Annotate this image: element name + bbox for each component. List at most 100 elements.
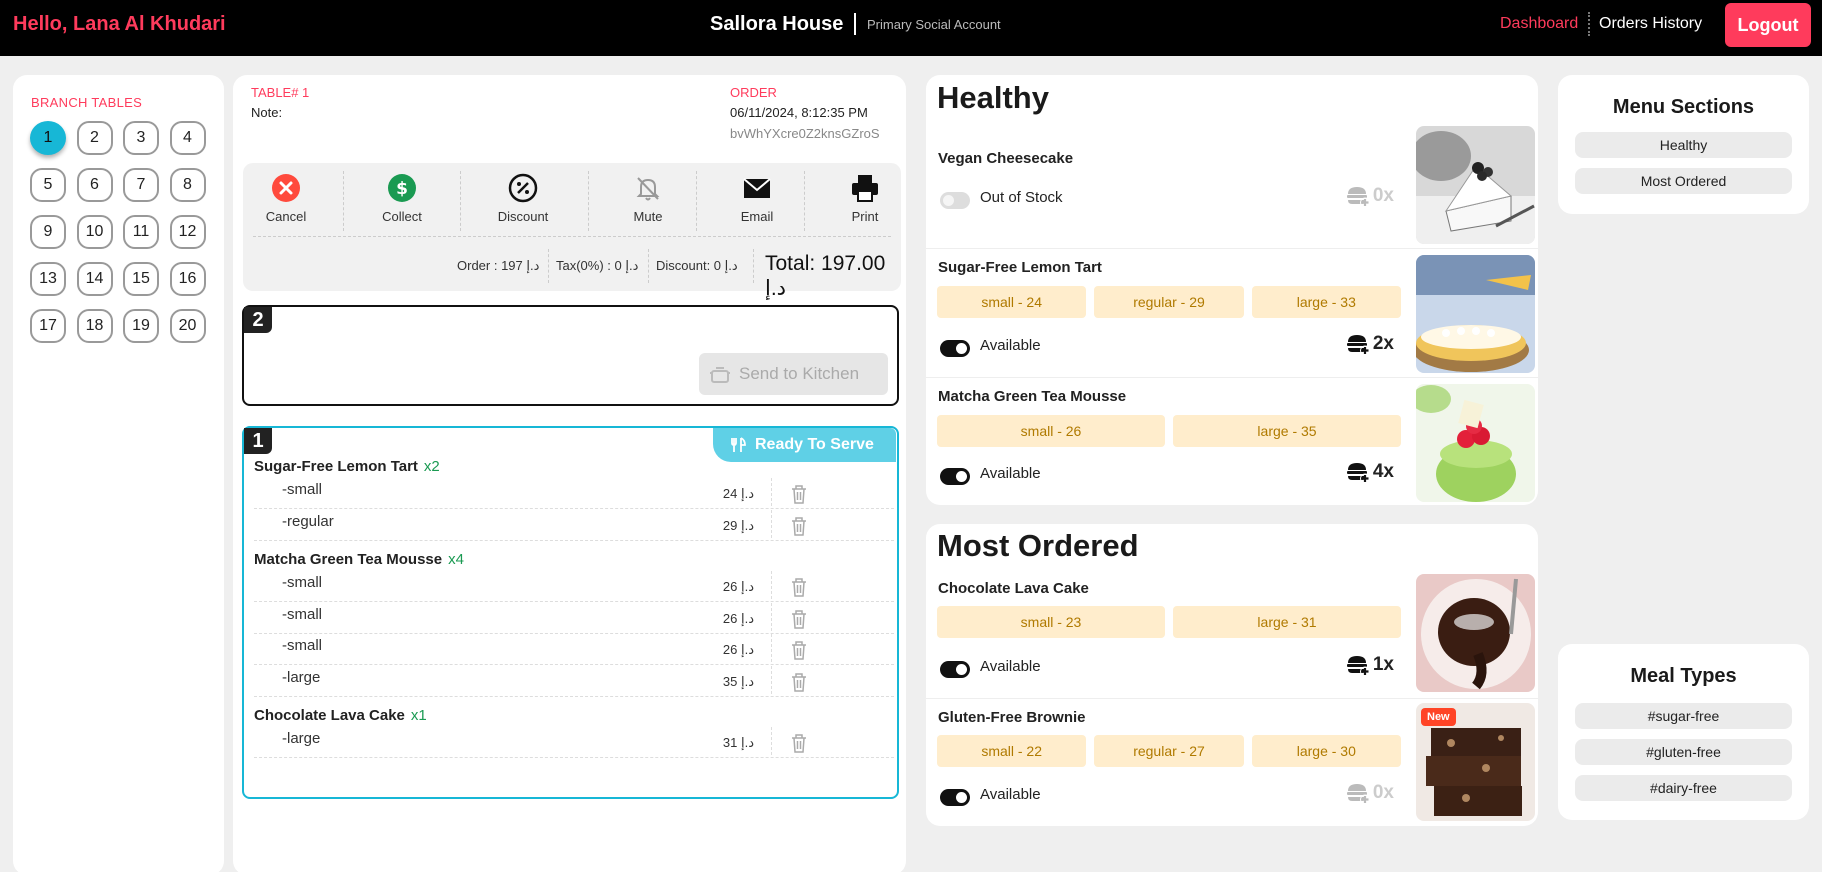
meal-type-pill[interactable]: #dairy-free xyxy=(1575,775,1792,801)
option-divider xyxy=(771,509,772,538)
order-item-price: 24 د.إ xyxy=(722,486,754,501)
order-item-option: -small xyxy=(282,481,322,498)
table-button-15[interactable]: 15 xyxy=(123,262,159,296)
table-button-3[interactable]: 3 xyxy=(123,121,159,155)
table-button-17[interactable]: 17 xyxy=(30,309,66,343)
order-item-title: Chocolate Lava Cake xyxy=(254,707,405,724)
option-divider xyxy=(771,602,772,631)
meal-type-pill[interactable]: #gluten-free xyxy=(1575,739,1792,765)
order-item-option: -regular xyxy=(282,512,334,530)
cancel-button[interactable]: Cancel xyxy=(253,173,319,224)
order-panel: TABLE# 1 Note: ORDER 06/11/2024, 8:12:35… xyxy=(233,75,906,872)
print-button[interactable]: Print xyxy=(835,173,895,224)
order-discount: Discount: 0 د.إ xyxy=(656,258,738,273)
add-burger-icon xyxy=(1345,782,1371,805)
option-separator xyxy=(254,508,894,509)
send-to-kitchen-button[interactable]: Send to Kitchen xyxy=(699,353,888,395)
availability-toggle[interactable] xyxy=(940,661,970,678)
order-count[interactable]: 2x xyxy=(1304,333,1394,356)
order-count[interactable]: 0x xyxy=(1304,185,1394,208)
size-option-button[interactable]: large - 35 xyxy=(1173,415,1401,447)
size-option-button[interactable]: regular - 27 xyxy=(1094,735,1244,767)
table-button-19[interactable]: 19 xyxy=(123,309,159,343)
option-divider xyxy=(771,727,772,755)
table-button-5[interactable]: 5 xyxy=(30,168,66,202)
trash-icon[interactable] xyxy=(788,483,810,505)
table-button-4[interactable]: 4 xyxy=(169,121,206,155)
section-title: Healthy xyxy=(937,80,1049,115)
order-count[interactable]: 1x xyxy=(1304,654,1394,677)
availability-label: Out of Stock xyxy=(980,189,1063,206)
meal-type-pill[interactable]: #sugar-free xyxy=(1575,703,1792,729)
option-divider xyxy=(771,571,772,599)
order-count[interactable]: 0x xyxy=(1304,782,1394,805)
order-item-price: 26 د.إ xyxy=(722,642,754,657)
table-button-14[interactable]: 14 xyxy=(76,262,113,296)
trash-icon[interactable] xyxy=(788,671,810,693)
print-label: Print xyxy=(851,209,879,224)
mute-button[interactable]: Mute xyxy=(618,173,678,224)
nav-dashboard-link[interactable]: Dashboard xyxy=(1500,15,1578,33)
table-button-12[interactable]: 12 xyxy=(169,215,206,249)
order-item-qty: x1 xyxy=(410,707,427,724)
table-button-6[interactable]: 6 xyxy=(76,168,113,202)
order-count[interactable]: 4x xyxy=(1304,461,1394,484)
size-option-button[interactable]: small - 26 xyxy=(937,415,1165,447)
availability-toggle[interactable] xyxy=(940,340,970,357)
menu-item-name: Chocolate Lava Cake xyxy=(938,580,1089,597)
table-button-9[interactable]: 9 xyxy=(30,215,66,249)
order-total: Total: 197.00 د.إ xyxy=(765,252,886,300)
trash-icon[interactable] xyxy=(788,576,810,598)
table-button-1[interactable]: 1 xyxy=(30,121,66,155)
mute-label: Mute xyxy=(633,209,663,224)
size-option-button[interactable]: large - 30 xyxy=(1251,735,1401,767)
order-item-option: -small xyxy=(282,605,322,623)
trash-icon[interactable] xyxy=(788,515,810,537)
table-button-10[interactable]: 10 xyxy=(76,215,113,249)
logout-button[interactable]: Logout xyxy=(1725,3,1811,47)
action-divider xyxy=(804,171,805,231)
table-button-20[interactable]: 20 xyxy=(169,309,206,343)
table-button-18[interactable]: 18 xyxy=(76,309,113,343)
size-option-button[interactable]: regular - 29 xyxy=(1094,286,1244,318)
size-option-button[interactable]: small - 22 xyxy=(937,735,1087,767)
table-button-7[interactable]: 7 xyxy=(123,168,159,202)
collect-button[interactable]: $ Collect xyxy=(369,173,435,224)
trash-icon[interactable] xyxy=(788,608,810,630)
table-button-13[interactable]: 13 xyxy=(30,262,66,296)
size-option-button[interactable]: large - 31 xyxy=(1173,606,1401,638)
trash-icon[interactable] xyxy=(788,639,810,661)
nav-orders-history-link[interactable]: Orders History xyxy=(1599,15,1702,33)
percent-icon xyxy=(508,173,538,203)
email-button[interactable]: Email xyxy=(727,173,787,224)
trash-icon[interactable] xyxy=(788,732,810,754)
table-label: TABLE# 1 xyxy=(251,85,310,100)
menu-section-pill[interactable]: Healthy xyxy=(1575,132,1792,158)
ready-to-serve-button[interactable]: Ready To Serve xyxy=(713,428,896,462)
action-divider xyxy=(343,171,344,231)
order-count-value: 4x xyxy=(1372,461,1394,483)
batch-number: 1 xyxy=(244,428,272,454)
order-subtotal: Order : 197 د.إ xyxy=(457,258,540,273)
availability-toggle[interactable] xyxy=(940,789,970,806)
availability-toggle[interactable] xyxy=(940,192,970,209)
option-separator xyxy=(254,601,894,602)
table-button-8[interactable]: 8 xyxy=(169,168,206,202)
size-option-button[interactable]: large - 33 xyxy=(1251,286,1401,318)
brand-divider xyxy=(854,13,856,35)
availability-toggle[interactable] xyxy=(940,468,970,485)
menu-section-pill[interactable]: Most Ordered xyxy=(1575,168,1792,194)
table-button-16[interactable]: 16 xyxy=(169,262,206,296)
table-button-2[interactable]: 2 xyxy=(76,121,113,155)
size-option-button[interactable]: small - 23 xyxy=(937,606,1165,638)
email-label: Email xyxy=(740,209,774,224)
table-button-11[interactable]: 11 xyxy=(123,215,159,249)
order-note-label: Note: xyxy=(251,105,283,120)
size-option-button[interactable]: small - 24 xyxy=(937,286,1087,318)
order-item-qty: x4 xyxy=(448,551,464,568)
option-separator xyxy=(254,695,894,697)
discount-button[interactable]: Discount xyxy=(488,173,558,224)
order-item-option: -small xyxy=(282,637,322,654)
lemon-tart-image xyxy=(1416,255,1535,373)
totals-divider xyxy=(253,236,891,237)
